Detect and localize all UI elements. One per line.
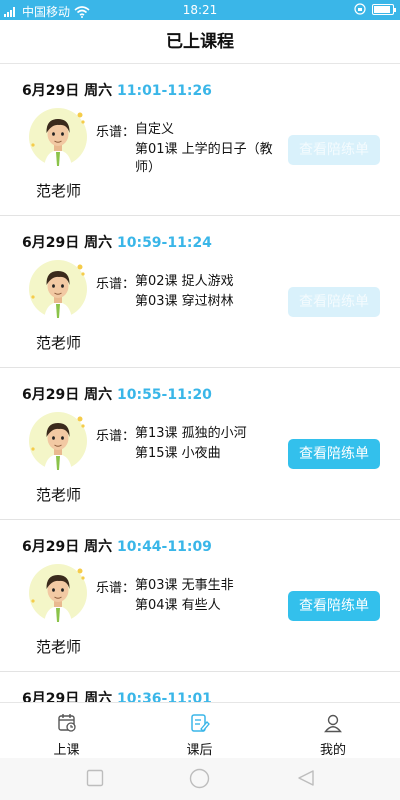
user-icon bbox=[324, 714, 342, 733]
score-label: 乐谱： bbox=[96, 125, 136, 140]
teacher-avatar bbox=[28, 259, 88, 319]
system-nav-bar bbox=[0, 758, 400, 800]
course-card: 6月29日 周六 10:59-11:24 范老师 乐谱： 第02课 捉人游戏 第03课… bbox=[0, 216, 400, 368]
battery-icon bbox=[372, 3, 396, 15]
lesson-item: 第01课 上学的日子（教师） bbox=[135, 142, 273, 175]
lesson-item: 第02课 捉人游戏 bbox=[135, 274, 234, 289]
course-time: 10:55-11:20 bbox=[116, 387, 212, 403]
teacher-name: 范老师 bbox=[36, 638, 82, 656]
tab-label: 上课 bbox=[53, 743, 80, 758]
tab-label: 课后 bbox=[186, 743, 213, 758]
lesson-list: 第02课 捉人游戏 第03课 穿过树林 bbox=[135, 273, 275, 313]
course-date: 6月29日 周六 bbox=[22, 691, 113, 702]
lesson-item: 第15课 小夜曲 bbox=[135, 446, 221, 461]
lesson-item: 第03课 穿过树林 bbox=[135, 294, 234, 309]
course-card: 6月29日 周六 10:36-11:01 bbox=[0, 672, 400, 702]
tab-class[interactable]: 上课 bbox=[0, 703, 133, 759]
course-time: 10:59-11:24 bbox=[116, 235, 212, 251]
view-practice-sheet-button[interactable]: 查看陪练单 bbox=[288, 591, 380, 621]
status-bar: 中国移动 18:21 bbox=[0, 0, 400, 20]
course-time: 11:01-11:26 bbox=[116, 83, 212, 99]
score-label: 乐谱： bbox=[96, 429, 136, 444]
score-label: 乐谱： bbox=[96, 277, 136, 292]
page-title: 已上课程 bbox=[0, 20, 400, 64]
course-datetime: 6月29日 周六 10:36-11:01 bbox=[22, 688, 212, 702]
course-list[interactable]: 6月29日 周六 11:01-11:26 范老师 乐谱： 自定义 第01课 上学的日子… bbox=[0, 64, 400, 702]
course-time: 10:44-11:09 bbox=[116, 539, 212, 555]
view-practice-sheet-button[interactable]: 查看陪练单 bbox=[288, 135, 380, 165]
course-datetime: 6月29日 周六 10:44-11:09 bbox=[22, 536, 212, 556]
lesson-list: 自定义第01课 上学的日子（教师） bbox=[135, 121, 275, 179]
lesson-list: 第13课 孤独的小河 第15课 小夜曲 bbox=[135, 425, 275, 465]
course-card: 6月29日 周六 10:44-11:09 范老师 乐谱： 第03课 无事生非 第04课… bbox=[0, 520, 400, 672]
calendar-clock-icon bbox=[57, 714, 76, 732]
teacher-avatar bbox=[28, 107, 88, 167]
tab-after-class[interactable]: 课后 bbox=[133, 703, 266, 759]
lesson-list: 第03课 无事生非 第04课 有些人 bbox=[135, 577, 275, 617]
teacher-name: 范老师 bbox=[36, 334, 82, 352]
course-date: 6月29日 周六 bbox=[22, 235, 113, 251]
view-practice-sheet-button[interactable]: 查看陪练单 bbox=[288, 287, 380, 317]
course-card: 6月29日 周六 11:01-11:26 范老师 乐谱： 自定义第01课 上学的日子… bbox=[0, 64, 400, 216]
back-icon[interactable] bbox=[297, 769, 315, 787]
tab-mine[interactable]: 我的 bbox=[266, 703, 400, 759]
edit-note-icon bbox=[190, 714, 210, 732]
course-date: 6月29日 周六 bbox=[22, 83, 113, 99]
lesson-item: 自定义 bbox=[135, 122, 175, 137]
home-icon[interactable] bbox=[189, 768, 210, 789]
course-datetime: 6月29日 周六 10:55-11:20 bbox=[22, 384, 212, 404]
course-card: 6月29日 周六 10:55-11:20 范老师 乐谱： 第13课 孤独的小河 第15… bbox=[0, 368, 400, 520]
score-label: 乐谱： bbox=[96, 581, 136, 596]
view-practice-sheet-button[interactable]: 查看陪练单 bbox=[288, 439, 380, 469]
status-time: 18:21 bbox=[182, 3, 218, 17]
course-datetime: 6月29日 周六 10:59-11:24 bbox=[22, 232, 212, 252]
lesson-item: 第03课 无事生非 bbox=[135, 578, 234, 593]
course-date: 6月29日 周六 bbox=[22, 539, 113, 555]
course-time: 10:36-11:01 bbox=[116, 691, 212, 702]
course-date: 6月29日 周六 bbox=[22, 387, 113, 403]
teacher-avatar bbox=[28, 563, 88, 623]
lesson-item: 第04课 有些人 bbox=[135, 598, 221, 613]
teacher-name: 范老师 bbox=[36, 486, 82, 504]
lesson-item: 第13课 孤独的小河 bbox=[135, 426, 247, 441]
recent-apps-icon[interactable] bbox=[86, 769, 104, 787]
course-datetime: 6月29日 周六 11:01-11:26 bbox=[22, 80, 212, 100]
teacher-name: 范老师 bbox=[36, 182, 82, 200]
rotation-lock-icon bbox=[354, 3, 366, 15]
tab-label: 我的 bbox=[319, 743, 346, 758]
teacher-avatar bbox=[28, 411, 88, 471]
bottom-tab-bar: 上课 课后 我的 bbox=[0, 702, 400, 758]
